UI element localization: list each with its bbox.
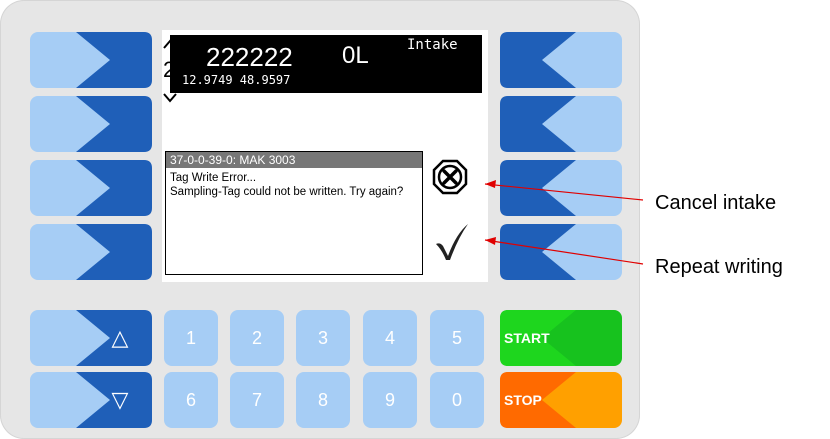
annotation-cancel-intake: Cancel intake [655, 192, 777, 214]
annotation-lines [484, 180, 644, 265]
annotation-repeat-writing: Repeat writing [655, 256, 783, 278]
repeat-arrowhead-icon [485, 237, 496, 245]
repeat-annotation-line [484, 239, 644, 265]
cancel-annotation-line [484, 183, 644, 201]
cancel-arrowhead-icon [485, 180, 496, 188]
